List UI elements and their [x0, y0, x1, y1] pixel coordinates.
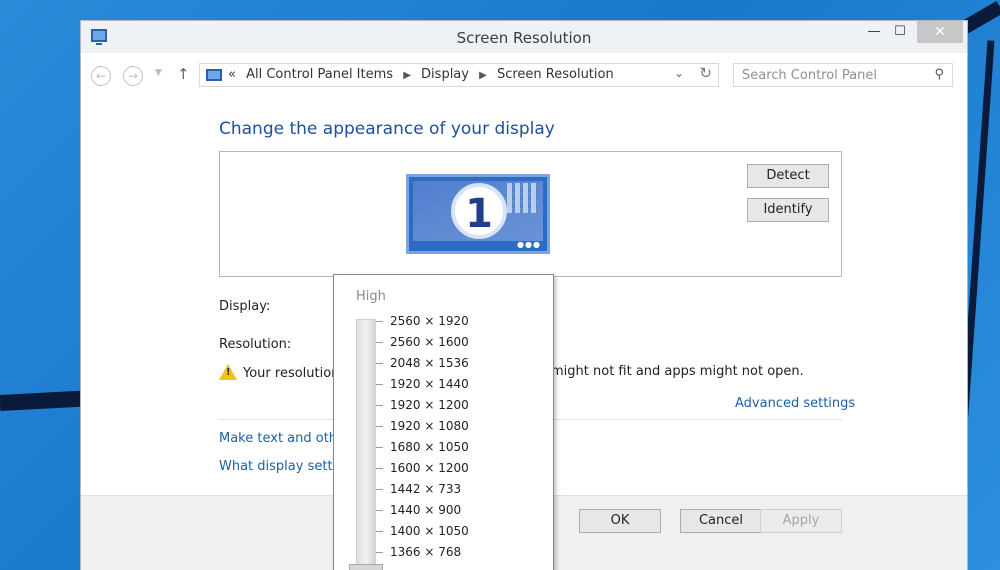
- recent-locations-chevron-icon[interactable]: ▼: [155, 68, 162, 78]
- breadcrumb-separator-icon[interactable]: ▶: [479, 70, 487, 81]
- resolution-option[interactable]: 1442 × 733: [376, 479, 469, 500]
- desktop-stripe: [0, 390, 91, 411]
- monitor-icon[interactable]: 1 ●●●: [406, 174, 550, 254]
- identify-button[interactable]: Identify: [747, 198, 829, 222]
- display-arrangement-area: 1 ●●● Detect Identify: [219, 151, 842, 277]
- search-icon[interactable]: ⚲: [934, 67, 944, 82]
- resolution-option[interactable]: 1920 × 1080: [376, 416, 469, 437]
- slider-high-label: High: [356, 289, 386, 304]
- maximize-button[interactable]: ☐: [887, 21, 913, 43]
- detect-button[interactable]: Detect: [747, 164, 829, 188]
- control-panel-icon: [206, 69, 222, 81]
- search-placeholder: Search Control Panel: [742, 68, 877, 83]
- minimize-button[interactable]: —: [861, 21, 887, 43]
- resolution-option[interactable]: 1366 × 768: [376, 542, 469, 563]
- breadcrumb: « All Control Panel Items ▶ Display ▶ Sc…: [228, 67, 620, 82]
- overflow-chevron-icon[interactable]: «: [228, 67, 236, 82]
- resolution-warning: Your resolution: [219, 364, 339, 381]
- monitor-dots-icon: ●●●: [517, 240, 541, 249]
- search-input[interactable]: Search Control Panel ⚲: [733, 63, 953, 87]
- resolution-slider-thumb[interactable]: [349, 564, 383, 570]
- breadcrumb-item[interactable]: All Control Panel Items: [246, 67, 393, 82]
- address-field[interactable]: « All Control Panel Items ▶ Display ▶ Sc…: [199, 63, 719, 87]
- monitor-grid-icon: [507, 183, 537, 213]
- resolution-option[interactable]: 2048 × 1536: [376, 353, 469, 374]
- resolution-option[interactable]: 2560 × 1920: [376, 311, 469, 332]
- title-bar[interactable]: Screen Resolution — ☐ ✕: [81, 21, 967, 53]
- close-button[interactable]: ✕: [917, 21, 963, 43]
- resolution-option[interactable]: 1600 × 1200: [376, 458, 469, 479]
- warning-text-end: might not fit and apps might not open.: [551, 364, 804, 379]
- resolution-option[interactable]: 1680 × 1050: [376, 437, 469, 458]
- forward-button[interactable]: →: [123, 66, 143, 86]
- resolution-label: Resolution:: [219, 337, 292, 352]
- display-label: Display:: [219, 299, 271, 314]
- up-arrow-icon[interactable]: ↑: [177, 65, 190, 83]
- resolution-slider-track[interactable]: [356, 319, 376, 570]
- warning-icon: [219, 364, 237, 380]
- resolution-option[interactable]: 1920 × 1440: [376, 374, 469, 395]
- advanced-settings-link[interactable]: Advanced settings: [735, 396, 855, 411]
- cancel-button[interactable]: Cancel: [680, 509, 762, 533]
- resolution-dropdown[interactable]: High 2560 × 1920 2560 × 1600 2048 × 1536…: [333, 274, 554, 570]
- address-bar: ← → ▼ ↑ « All Control Panel Items ▶ Disp…: [81, 57, 967, 91]
- back-button[interactable]: ←: [91, 66, 111, 86]
- text-size-link[interactable]: Make text and other: [219, 431, 350, 446]
- resolution-option[interactable]: 1440 × 900: [376, 500, 469, 521]
- refresh-icon[interactable]: ↻: [699, 64, 712, 82]
- page-title: Change the appearance of your display: [219, 119, 555, 139]
- chevron-down-icon[interactable]: ⌄: [674, 66, 684, 80]
- resolution-option[interactable]: 1400 × 1050: [376, 521, 469, 542]
- resolution-option[interactable]: 2560 × 1600: [376, 332, 469, 353]
- breadcrumb-item[interactable]: Display: [421, 67, 469, 82]
- resolution-option[interactable]: 1920 × 1200: [376, 395, 469, 416]
- window-title: Screen Resolution: [456, 29, 592, 47]
- monitor-number-badge: 1: [451, 183, 507, 239]
- apply-button[interactable]: Apply: [760, 509, 842, 533]
- breadcrumb-item[interactable]: Screen Resolution: [497, 67, 614, 82]
- resolution-option-list: 2560 × 1920 2560 × 1600 2048 × 1536 1920…: [376, 311, 469, 563]
- ok-button[interactable]: OK: [579, 509, 661, 533]
- warning-text-start: Your resolution: [243, 366, 340, 381]
- breadcrumb-separator-icon[interactable]: ▶: [403, 70, 411, 81]
